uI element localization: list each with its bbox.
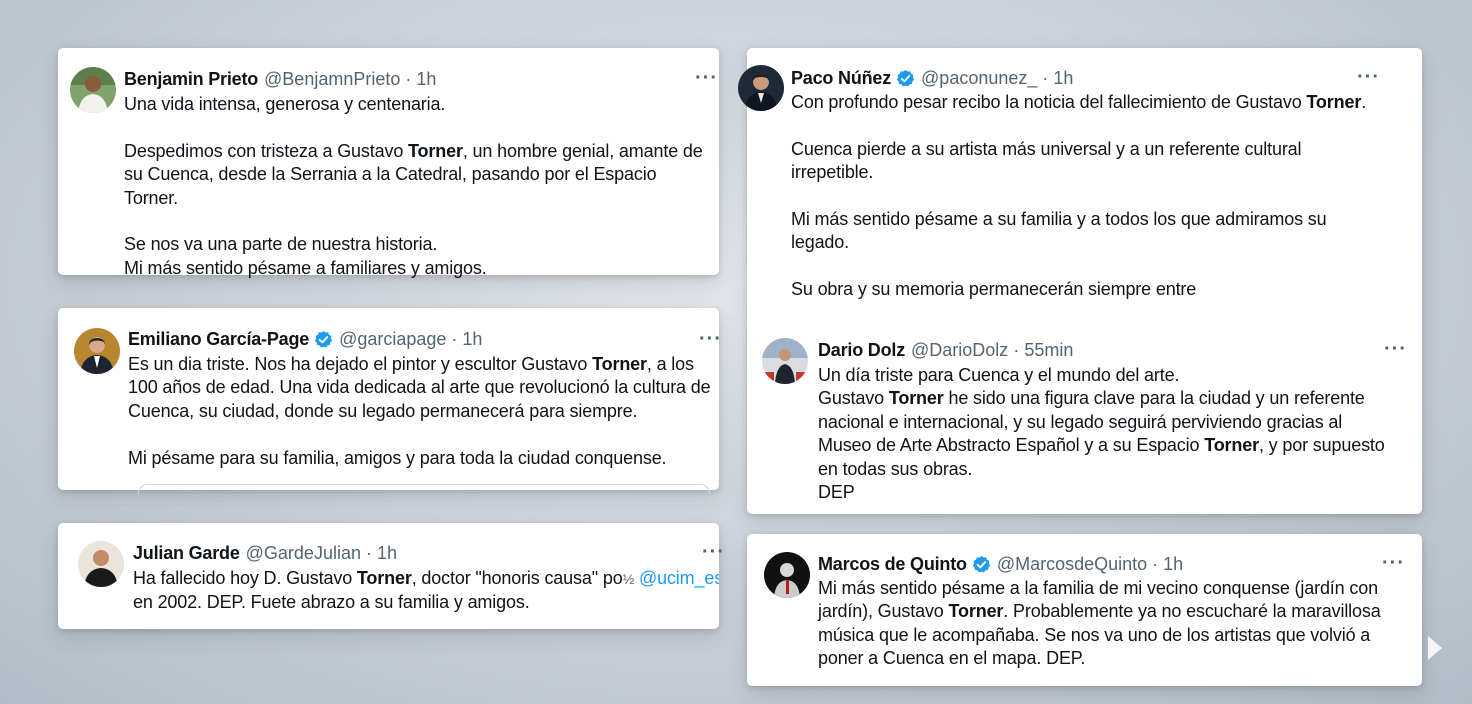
tweet-paragraph: Ha fallecido hoy D. Gustavo Torner, doct… xyxy=(133,567,719,591)
avatar[interactable] xyxy=(78,541,124,587)
author-name[interactable]: Benjamin Prieto xyxy=(124,69,258,90)
timestamp[interactable]: 1h xyxy=(1163,554,1183,575)
highlighted-term: Torner xyxy=(408,140,463,161)
highlighted-term: Torner xyxy=(888,388,944,409)
text-span: . xyxy=(1361,92,1367,112)
tweet-paragraph: Un día triste para Cuenca y el mundo del… xyxy=(818,365,1180,385)
verified-badge-icon xyxy=(972,555,991,572)
more-options-icon[interactable]: ··· xyxy=(1382,553,1405,573)
author-name[interactable]: Paco Núñez xyxy=(791,68,891,89)
separator-dot: · xyxy=(451,328,458,349)
text-span: Ha fallecido hoy D. Gustavo xyxy=(133,568,357,588)
tweet-paragraph: Mi más sentido pésame a la familia de mi… xyxy=(818,577,1382,671)
tweet-paragraph: Mi más sentido pésame a su familia y a t… xyxy=(791,209,1327,253)
tweet-paragraph: Su obra y su memoria permanecerán siempr… xyxy=(791,279,1197,300)
tweet-text: Un día triste para Cuenca y el mundo del… xyxy=(818,364,1400,504)
text-span: Despedimos con tristeza a Gustavo xyxy=(124,140,409,161)
text-span: Gustavo xyxy=(818,388,889,409)
author-handle[interactable]: @MarcosdeQuinto xyxy=(997,554,1147,575)
author-name[interactable]: Dario Dolz xyxy=(818,340,905,361)
more-options-icon[interactable]: ··· xyxy=(1357,67,1380,87)
tweet-paragraph: Cuenca pierde a su artista más universal… xyxy=(791,138,1302,183)
separator-dot: · xyxy=(1152,553,1159,574)
author-handle[interactable]: @paconunez_ xyxy=(921,68,1037,89)
author-name[interactable]: Emiliano García-Page xyxy=(128,329,309,350)
timestamp[interactable]: 1h xyxy=(377,543,397,564)
next-arrow-icon[interactable] xyxy=(1428,636,1442,660)
tweet-header: Benjamin Prieto @BenjamnPrieto · 1h xyxy=(124,67,436,91)
author-name[interactable]: Julian Garde xyxy=(133,543,240,564)
timestamp[interactable]: 1h xyxy=(462,329,482,350)
author-handle[interactable]: @BenjamnPrieto xyxy=(264,69,400,90)
separator-dot: · xyxy=(365,542,372,563)
tweet-paragraph: Mi pésame para su familia, amigos y para… xyxy=(128,447,667,468)
tweet-card-benjamin-prieto[interactable]: Benjamin Prieto @BenjamnPrieto · 1h ··· … xyxy=(58,48,719,278)
more-options-icon[interactable]: ··· xyxy=(1384,339,1407,359)
avatar[interactable] xyxy=(764,552,810,598)
tweet-paragraph: Con profundo pesar recibo la noticia del… xyxy=(791,91,1381,114)
verified-badge-icon xyxy=(314,330,333,347)
more-options-icon[interactable]: ··· xyxy=(702,542,725,562)
text-span: Con profundo pesar recibo la noticia del… xyxy=(791,92,1307,112)
tweet-paragraph: DEP xyxy=(818,482,855,503)
highlighted-term: Torner xyxy=(1306,92,1362,112)
more-options-icon[interactable]: ··· xyxy=(695,68,718,88)
mention-link[interactable]: @ucim_es xyxy=(639,568,719,588)
more-options-icon[interactable]: ··· xyxy=(699,329,722,349)
tweet-paragraph: Despedimos con tristeza a Gustavo Torner… xyxy=(124,140,714,210)
separator-dot: · xyxy=(405,68,412,89)
timestamp[interactable]: 1h xyxy=(1053,68,1073,89)
tweet-card-paco-nunez[interactable]: Paco Núñez @paconunez_ · 1h ··· Con prof… xyxy=(738,48,1422,514)
tweet-text: Una vida intensa, generosa y centenaria.… xyxy=(124,93,714,280)
tweet-text: Ha fallecido hoy D. Gustavo Torner, doct… xyxy=(133,567,719,615)
highlighted-term: Torner xyxy=(356,568,412,588)
tweet-header: Julian Garde @GardeJulian · 1h xyxy=(133,541,397,565)
author-handle[interactable]: @GardeJulian xyxy=(246,543,361,564)
tweet-header: Marcos de Quinto @MarcosdeQuinto · 1h xyxy=(818,552,1183,576)
tweet-card-julian-garde[interactable]: Julian Garde @GardeJulian · 1h ··· Ha fa… xyxy=(58,523,724,629)
tweet-card-marcos-de-quinto[interactable]: Marcos de Quinto @MarcosdeQuinto · 1h ··… xyxy=(747,534,1422,686)
separator-dot: · xyxy=(1013,339,1020,360)
tweet-header: Emiliano García-Page @garciapage · 1h xyxy=(128,327,482,351)
quoted-tweet-edge[interactable] xyxy=(138,484,710,495)
highlighted-term: Torner xyxy=(592,354,647,374)
author-handle[interactable]: @DarioDolz xyxy=(911,340,1008,361)
tweet-text: Con profundo pesar recibo la noticia del… xyxy=(791,91,1381,302)
tweet-text: Mi más sentido pésame a la familia de mi… xyxy=(818,577,1382,671)
avatar[interactable] xyxy=(70,67,116,113)
highlighted-term: Torner xyxy=(1204,435,1259,456)
tweet-paragraph: Se nos va una parte de nuestra historia. xyxy=(124,234,438,255)
tweet-paragraph: Mi más sentido pésame a familiares y ami… xyxy=(124,257,487,278)
tweet-card-emiliano-garcia-page[interactable]: Emiliano García-Page @garciapage · 1h ··… xyxy=(58,308,722,495)
tweet-paragraph: Es un dia triste. Nos ha dejado el pinto… xyxy=(128,353,712,423)
tweet-text: Es un dia triste. Nos ha dejado el pinto… xyxy=(128,353,712,470)
author-handle[interactable]: @garciapage xyxy=(339,329,446,350)
tweet-paragraph: en 2002. DEP. Fuete abrazo a su familia … xyxy=(133,592,530,613)
tweet-card-dario-dolz[interactable]: Dario Dolz @DarioDolz · 55min ··· Un día… xyxy=(747,328,1422,514)
tweet-paragraph: Una vida intensa, generosa y centenaria. xyxy=(124,94,446,114)
verified-badge-icon xyxy=(896,69,915,86)
tweet-header: Dario Dolz @DarioDolz · 55min xyxy=(818,338,1073,362)
avatar[interactable] xyxy=(738,65,784,111)
text-span: Es un dia triste. Nos ha dejado el pinto… xyxy=(128,354,593,374)
avatar[interactable] xyxy=(74,328,120,374)
timestamp[interactable]: 1h xyxy=(416,69,436,90)
separator-dot: · xyxy=(1042,67,1049,88)
highlighted-term: Torner xyxy=(948,601,1004,622)
text-span: , doctor "honoris causa" po xyxy=(411,568,623,588)
timestamp[interactable]: 55min xyxy=(1024,340,1073,361)
tweet-header: Paco Núñez @paconunez_ · 1h xyxy=(791,66,1073,90)
garbled-glyph: ½ xyxy=(622,571,635,587)
author-name[interactable]: Marcos de Quinto xyxy=(818,554,967,575)
avatar[interactable] xyxy=(762,338,808,384)
tweet-paragraph: Gustavo Torner he sido una figura clave … xyxy=(818,387,1400,481)
